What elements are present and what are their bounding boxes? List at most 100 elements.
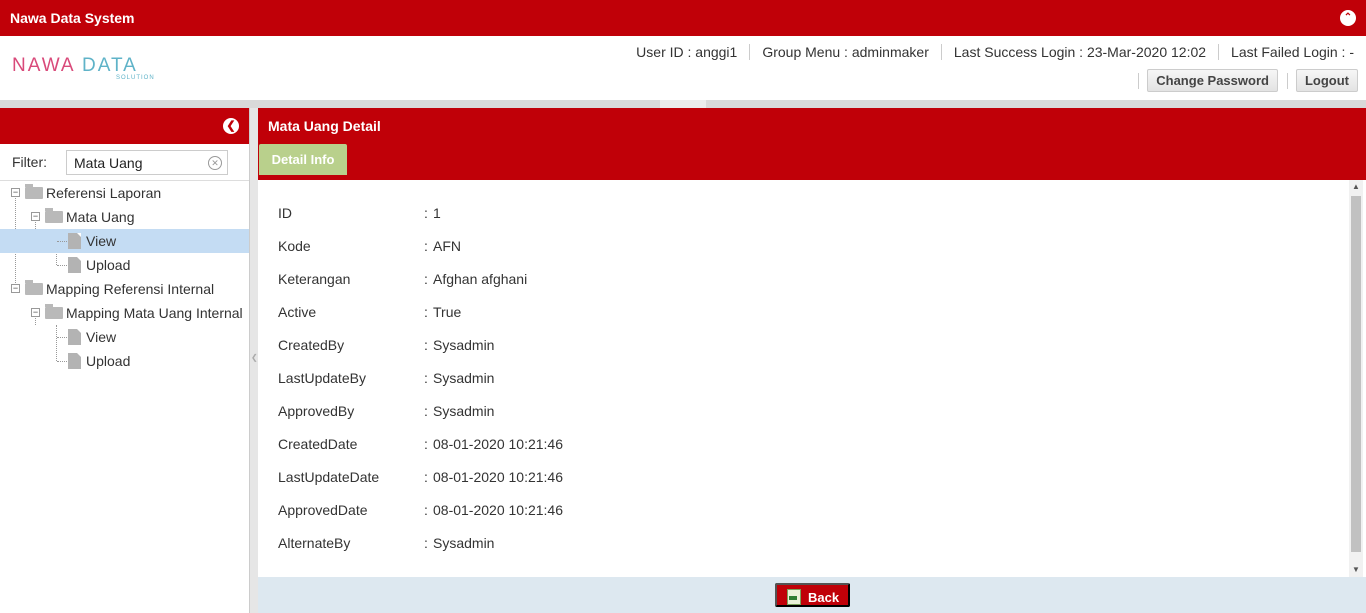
tree-node-label: Upload: [86, 257, 131, 273]
tree-node-mata-uang-upload[interactable]: Upload: [0, 253, 249, 277]
collapse-toggle-icon[interactable]: −: [31, 308, 40, 317]
tree-node-label: View: [86, 233, 117, 249]
field-value: 08-01-2020 10:21:46: [433, 502, 563, 518]
filter-bar: Filter: Mata Uang ✕: [0, 144, 249, 181]
user-id: User ID : anggi1: [636, 44, 738, 60]
tree-node-referensi-laporan[interactable]: − Referensi Laporan: [0, 181, 249, 205]
field-label: LastUpdateDate: [278, 469, 380, 485]
back-button-label: Back: [808, 590, 840, 605]
chevron-left-icon[interactable]: ❮: [251, 353, 258, 362]
field-value: AFN: [433, 238, 461, 254]
logo-sub: SOLUTIONS: [116, 75, 154, 81]
sidebar-header: ❮: [0, 108, 249, 144]
field-separator: :: [424, 238, 428, 254]
field-value: Sysadmin: [433, 535, 495, 551]
clear-filter-icon[interactable]: ✕: [208, 156, 222, 170]
user-info: User ID : anggi1 Group Menu : adminmaker…: [624, 44, 1354, 60]
tab-detail-info[interactable]: Detail Info: [259, 144, 347, 175]
field-label: ApprovedDate: [278, 502, 368, 518]
field-label: ApprovedBy: [278, 403, 355, 419]
field-value: 08-01-2020 10:21:46: [433, 469, 563, 485]
panel-footer: Back: [258, 577, 1366, 613]
field-label: ID: [278, 205, 292, 221]
back-icon: [787, 589, 801, 605]
folder-icon: [25, 280, 43, 295]
logo-text: NAWA: [12, 55, 76, 76]
document-icon: [68, 329, 81, 345]
change-password-button[interactable]: Change Password: [1138, 69, 1278, 92]
document-icon: [68, 353, 81, 369]
nawadata-logo: NAWA DATA SOLUTIONS: [12, 55, 159, 84]
collapse-toggle-icon[interactable]: −: [11, 188, 20, 197]
folder-icon: [45, 208, 63, 223]
tree-node-label: Mata Uang: [66, 209, 135, 225]
sidebar-splitter[interactable]: ❮: [250, 108, 258, 613]
tree-node-label: View: [86, 329, 117, 345]
tree-node-mapping-mata-uang-internal[interactable]: − Mapping Mata Uang Internal: [0, 301, 249, 325]
field-value: Sysadmin: [433, 403, 495, 419]
folder-icon: [25, 184, 43, 199]
scroll-up-icon[interactable]: ▲: [1349, 180, 1363, 194]
field-value: Sysadmin: [433, 337, 495, 353]
last-success-login: Last Success Login : 23-Mar-2020 12:02: [940, 44, 1218, 60]
document-icon: [68, 233, 81, 249]
collapse-header-icon[interactable]: ⌃: [1340, 10, 1356, 26]
header: NAWA DATA SOLUTIONS User ID : anggi1 Gro…: [0, 36, 1366, 100]
document-icon: [68, 257, 81, 273]
field-value: 08-01-2020 10:21:46: [433, 436, 563, 452]
tree-node-label: Upload: [86, 353, 131, 369]
tree-node-mata-uang-view[interactable]: View: [0, 229, 249, 253]
field-separator: :: [424, 304, 428, 320]
vertical-scrollbar[interactable]: ▲ ▼: [1349, 180, 1363, 577]
collapse-toggle-icon[interactable]: −: [31, 212, 40, 221]
menu-tree: − Referensi Laporan − Mata Uang View Upl…: [0, 181, 249, 373]
field-separator: :: [424, 469, 428, 485]
field-separator: :: [424, 370, 428, 386]
tree-node-mapping-upload[interactable]: Upload: [0, 349, 249, 373]
logout-button[interactable]: Logout: [1286, 69, 1358, 92]
scroll-down-icon[interactable]: ▼: [1349, 563, 1363, 577]
field-value: 1: [433, 205, 441, 221]
field-separator: :: [424, 205, 428, 221]
field-label: Keterangan: [278, 271, 351, 287]
app-title: Nawa Data System: [10, 10, 135, 26]
title-bar: Nawa Data System ⌃: [0, 0, 1366, 36]
panel-header: Mata Uang Detail Detail Info: [258, 108, 1366, 180]
field-value: Sysadmin: [433, 370, 495, 386]
folder-icon: [45, 304, 63, 319]
field-value: True: [433, 304, 462, 320]
field-separator: :: [424, 436, 428, 452]
tree-node-mapping-referensi-internal[interactable]: − Mapping Referensi Internal: [0, 277, 249, 301]
field-separator: :: [424, 337, 428, 353]
field-separator: :: [424, 271, 428, 287]
filter-label: Filter:: [12, 154, 47, 170]
tree-node-label: Mapping Mata Uang Internal: [66, 305, 243, 321]
tree-node-label: Referensi Laporan: [46, 185, 162, 201]
last-failed-login: Last Failed Login : -: [1218, 44, 1354, 60]
field-value: Afghan afghani: [433, 271, 528, 287]
scrollbar-thumb[interactable]: [1351, 196, 1361, 552]
field-label: CreatedDate: [278, 436, 358, 452]
field-separator: :: [424, 403, 428, 419]
panel-title: Mata Uang Detail: [268, 118, 381, 134]
header-splitter[interactable]: [0, 100, 1366, 108]
filter-input[interactable]: Mata Uang ✕: [66, 150, 228, 175]
field-label: LastUpdateBy: [278, 370, 366, 386]
main-panel: Mata Uang Detail Detail Info ID : 1 Kode…: [258, 108, 1366, 613]
group-menu: Group Menu : adminmaker: [749, 44, 941, 60]
field-separator: :: [424, 502, 428, 518]
splitter-handle[interactable]: [660, 100, 706, 108]
logo-text-2: DATA: [82, 55, 138, 76]
back-button[interactable]: Back: [775, 583, 850, 607]
filter-value: Mata Uang: [74, 155, 143, 171]
collapse-toggle-icon[interactable]: −: [11, 284, 20, 293]
tree-node-mata-uang[interactable]: − Mata Uang: [0, 205, 249, 229]
tree-node-mapping-view[interactable]: View: [0, 325, 249, 349]
detail-content: ID : 1 Kode : AFN Keterangan : Afghan af…: [258, 180, 1366, 577]
collapse-sidebar-icon[interactable]: ❮: [223, 118, 239, 134]
sidebar: ❮ Filter: Mata Uang ✕ − Referensi Lapora…: [0, 108, 250, 613]
tree-node-label: Mapping Referensi Internal: [46, 281, 215, 297]
field-label: Active: [278, 304, 317, 320]
field-label: AlternateBy: [278, 535, 351, 551]
field-label: Kode: [278, 238, 311, 254]
